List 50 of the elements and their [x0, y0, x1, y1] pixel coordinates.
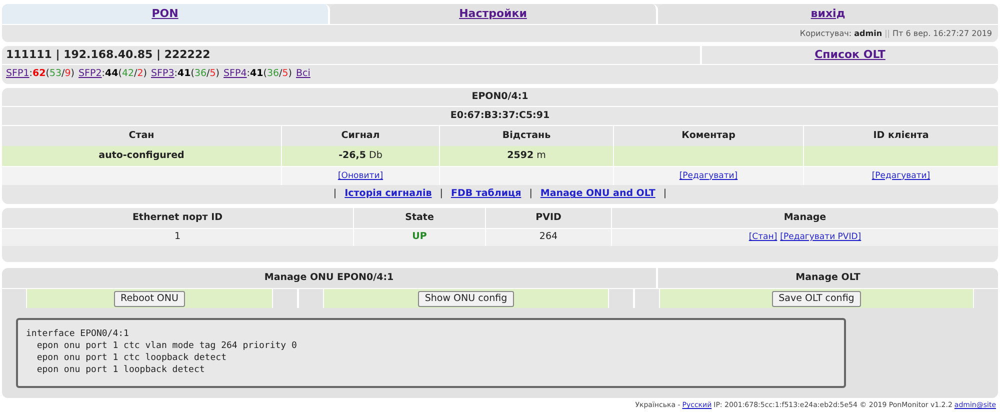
section-title: Manage OLT — [796, 270, 860, 285]
nav-link[interactable]: Історія сигналів — [344, 187, 432, 202]
nav-tab[interactable]: вихід — [658, 4, 998, 24]
action-button[interactable]: Reboot ONU — [114, 290, 186, 306]
column-header: Сигнал — [341, 128, 380, 143]
status-cell-text: auto-configured — [98, 148, 184, 163]
column-header: ID клієнта — [873, 128, 929, 143]
separator: | — [440, 187, 443, 202]
action-button[interactable]: Save OLT config — [772, 290, 862, 306]
pvid-cell-text: 264 — [539, 230, 558, 244]
action-link[interactable]: [Стан] — [748, 231, 778, 244]
sfp-all-link[interactable]: Всі — [296, 67, 310, 82]
distance-cell-text: 2592 m — [507, 148, 546, 163]
sfp-link[interactable]: SFP4 — [224, 67, 247, 82]
separator: | — [663, 187, 667, 202]
sfp-count: :62(53/9) — [29, 67, 74, 82]
column-header: Коментар — [682, 128, 736, 143]
nav-tab[interactable]: PON — [2, 4, 330, 24]
column-header: Manage — [784, 210, 826, 225]
section-title: Manage ONU EPON0/4:1 — [264, 270, 394, 285]
signal-cell-text: -26,5 Db — [338, 148, 382, 163]
olt-title: 111111 | 192.168.40.85 | 222222 — [6, 46, 210, 63]
user-info: Користувач: admin || Пт 6 вер. 16:27:27 2019 — [800, 28, 992, 40]
config-output: interface EPON0/4:1 epon onu port 1 ctc vlan mode tag 264 priority 0 epon onu port 1 ctc loopback detect epon onu port 1 loopback detect — [16, 318, 846, 388]
action-link[interactable]: [Редагувати] — [872, 170, 930, 182]
sfp-link[interactable]: SFP1 — [6, 67, 30, 82]
column-header: Відстань — [502, 128, 551, 143]
nav-tab[interactable]: Настройки — [330, 4, 658, 24]
action-link[interactable]: [Оновити] — [338, 170, 384, 182]
separator: | — [333, 187, 337, 202]
port-id-cell-text: 1 — [174, 230, 181, 244]
olt-list-link[interactable]: Список OLT — [814, 46, 886, 64]
nav-link[interactable]: FDB таблиця — [450, 187, 522, 202]
action-link[interactable]: [Редагувати] — [679, 170, 738, 182]
onu-name: EPON0/4:1 — [472, 90, 528, 104]
state-cell-text: UP — [412, 230, 427, 244]
separator: | — [529, 187, 532, 202]
nav-link[interactable]: Manage ONU and OLT — [540, 187, 656, 202]
sfp-link[interactable]: SFP3 — [151, 67, 174, 82]
action-button[interactable]: Show ONU config — [418, 290, 514, 306]
action-link[interactable]: [Редагувати PVID] — [780, 231, 862, 244]
sfp-count: :41(36/5) — [246, 67, 292, 82]
onu-mac: E0:67:B3:37:C5:91 — [450, 108, 550, 123]
column-header: PVID — [536, 210, 562, 225]
sfp-link[interactable]: SFP2 — [78, 67, 102, 82]
column-header: Стан — [128, 128, 154, 143]
column-header: Ethernet порт ID — [132, 210, 223, 225]
sfp-count: :41(36/5) — [174, 67, 220, 82]
sfp-count: :44(42/2) — [102, 67, 147, 82]
column-header: State — [405, 210, 434, 225]
